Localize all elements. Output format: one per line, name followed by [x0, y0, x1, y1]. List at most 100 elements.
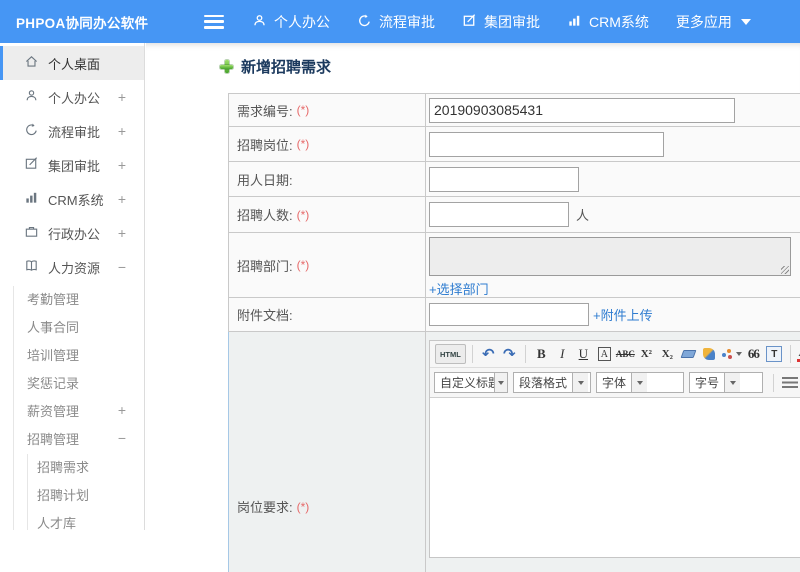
attachment-upload-link[interactable]: +附件上传: [593, 305, 653, 324]
edit-icon: [462, 13, 484, 31]
attachment-input[interactable]: [429, 303, 589, 326]
headcount-input[interactable]: [429, 202, 569, 227]
collapse-minus-icon[interactable]: −: [118, 430, 144, 446]
sidebar-item-recruit-plan[interactable]: 招聘计划: [0, 480, 144, 508]
request-no-input[interactable]: [429, 97, 735, 123]
topnav-crm[interactable]: CRM系统: [567, 12, 649, 32]
sidebar-item-attendance[interactable]: 考勤管理: [0, 284, 144, 312]
sidebar-item-workflow-approval[interactable]: 流程审批 +: [0, 114, 144, 148]
topnav-group-approval[interactable]: 集团审批: [462, 12, 540, 32]
effects-dropdown[interactable]: [721, 344, 742, 364]
custom-heading-select[interactable]: 自定义标题: [434, 372, 508, 393]
field-label: 附件文档:: [237, 308, 293, 323]
required-mark: (*): [296, 103, 310, 117]
sidebar-item-group-approval[interactable]: 集团审批 +: [0, 148, 144, 182]
required-mark: (*): [296, 207, 310, 222]
job-title-input[interactable]: [429, 131, 664, 157]
sidebar-item-recruitment[interactable]: 招聘管理 −: [0, 424, 144, 452]
collapse-minus-icon[interactable]: −: [118, 259, 134, 275]
resize-grip[interactable]: [781, 266, 789, 274]
sidebar-item-administration[interactable]: 行政办公 +: [0, 216, 144, 250]
hire-date-input[interactable]: [429, 166, 579, 192]
expand-plus-icon[interactable]: +: [118, 402, 144, 418]
sidebar-item-rewards[interactable]: 奖惩记录: [0, 368, 144, 396]
topnav-label: CRM系统: [589, 13, 649, 30]
select-value: 字号: [695, 376, 720, 390]
topnav-label: 流程审批: [379, 13, 435, 30]
caret-down-icon: [740, 18, 751, 25]
editor-toolbar-row2: 自定义标题 段落格式 字体 字号: [430, 368, 800, 397]
sidebar: 个人桌面 个人办公 + 流程审批 + 集团审批 + CRM系统 + 行政办公 +…: [0, 43, 145, 530]
char-style-button[interactable]: A: [597, 347, 611, 361]
align-left-icon[interactable]: [782, 376, 798, 389]
toolbar-separator: [524, 345, 526, 363]
user-icon: [252, 13, 274, 31]
topnav-workflow-approval[interactable]: 流程审批: [357, 12, 435, 32]
sidebar-item-label: 集团审批: [48, 158, 101, 174]
caret-down-icon: [631, 373, 648, 392]
sidebar-item-label: 个人办公: [48, 90, 101, 106]
hamburger-menu-icon[interactable]: [204, 14, 224, 29]
bold-button[interactable]: B: [532, 344, 551, 364]
italic-button[interactable]: I: [553, 344, 572, 364]
page-title: 新增招聘需求: [220, 56, 331, 77]
blockquote-button[interactable]: 66: [744, 344, 763, 364]
paste-text-icon[interactable]: T: [766, 346, 783, 362]
paragraph-format-select[interactable]: 段落格式: [513, 372, 591, 393]
topnav-personal-office[interactable]: 个人办公: [252, 12, 330, 32]
top-nav: 个人办公 流程审批 集团审批 CRM系统 更多应用: [252, 12, 778, 32]
edit-icon: [24, 156, 48, 174]
html-source-button[interactable]: HTML: [435, 344, 466, 364]
sidebar-item-talent-pool[interactable]: 人才库: [0, 508, 144, 531]
select-department-link[interactable]: +选择部门: [429, 279, 489, 298]
unit-label: 人: [576, 208, 590, 223]
editor-toolbar-row1: HTML ↶ ↷ B I U A ABC X² X₂ 66 T: [430, 341, 800, 368]
sidebar-item-label: 考勤管理: [27, 291, 80, 307]
briefcase-icon: [24, 224, 48, 242]
book-icon: [24, 258, 48, 276]
toolbar-separator: [789, 345, 791, 363]
undo-icon[interactable]: ↶: [479, 344, 498, 364]
required-mark: (*): [296, 258, 310, 272]
sidebar-item-human-resources[interactable]: 人力资源 −: [0, 250, 144, 284]
topnav-label: 更多应用: [675, 13, 732, 30]
expand-plus-icon[interactable]: +: [118, 89, 134, 105]
strikethrough-button[interactable]: ABC: [616, 344, 635, 364]
superscript-button[interactable]: X²: [637, 344, 656, 364]
sidebar-item-label: 人才库: [37, 515, 77, 531]
redo-icon[interactable]: ↷: [500, 344, 519, 364]
underline-button[interactable]: U: [574, 344, 593, 364]
editor-content-area[interactable]: [430, 397, 800, 557]
format-brush-icon[interactable]: [703, 348, 716, 360]
bar-chart-icon: [24, 190, 48, 208]
expand-plus-icon[interactable]: +: [118, 225, 134, 241]
caret-down-icon: [572, 373, 589, 392]
sidebar-item-training[interactable]: 培训管理: [0, 340, 144, 368]
topnav-more-apps[interactable]: 更多应用: [676, 12, 751, 32]
rich-text-editor: HTML ↶ ↷ B I U A ABC X² X₂ 66 T 自定义标 段落格…: [429, 340, 800, 558]
field-label: 招聘人数:: [237, 208, 293, 223]
sidebar-item-label: 奖惩记录: [27, 375, 80, 391]
eraser-icon[interactable]: [680, 350, 697, 358]
expand-plus-icon[interactable]: +: [118, 191, 134, 207]
subscript-button[interactable]: X₂: [658, 344, 677, 364]
department-textarea[interactable]: [429, 237, 791, 276]
font-family-select[interactable]: 字体: [596, 372, 684, 393]
form-row-hire-date: 用人日期:: [229, 162, 800, 197]
expand-plus-icon[interactable]: +: [118, 157, 134, 173]
expand-plus-icon[interactable]: +: [118, 123, 134, 139]
select-value: 自定义标题: [440, 376, 494, 390]
field-label: 岗位要求:: [237, 500, 293, 515]
sidebar-item-personal-desktop[interactable]: 个人桌面: [0, 46, 144, 80]
font-size-select[interactable]: 字号: [689, 372, 763, 393]
sidebar-item-label: 流程审批: [48, 124, 101, 140]
recruit-request-form: 需求编号: (*) 招聘岗位: (*) 用人日期:: [228, 93, 800, 572]
sidebar-item-salary[interactable]: 薪资管理 +: [0, 396, 144, 424]
green-plus-icon: [220, 60, 233, 73]
sidebar-item-recruit-request[interactable]: 招聘需求: [0, 452, 144, 480]
sidebar-item-personal-office[interactable]: 个人办公 +: [0, 80, 144, 114]
sidebar-item-hr-contract[interactable]: 人事合同: [0, 312, 144, 340]
sidebar-item-label: CRM系统: [48, 192, 104, 208]
circular-arrow-icon: [24, 122, 48, 140]
sidebar-item-crm[interactable]: CRM系统 +: [0, 182, 144, 216]
